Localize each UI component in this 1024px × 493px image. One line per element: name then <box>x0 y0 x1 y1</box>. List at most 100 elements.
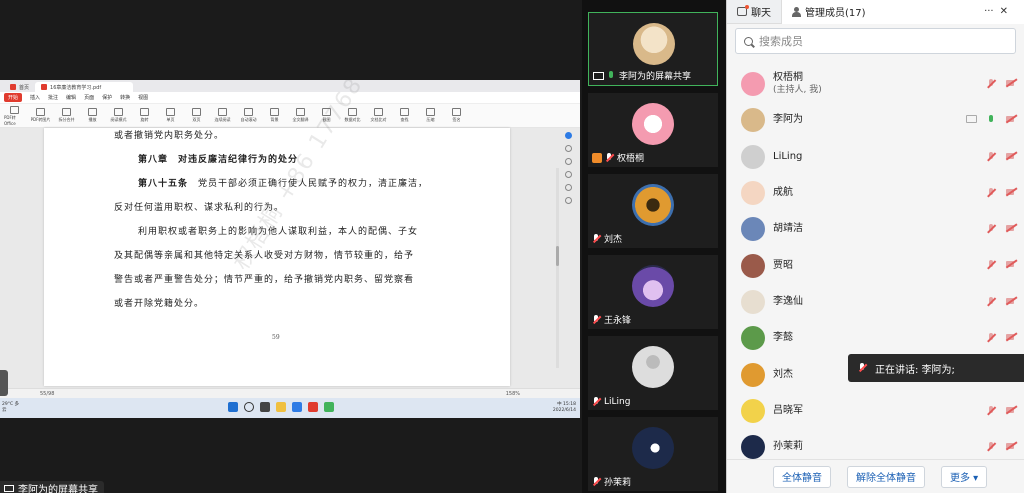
zoom-out-icon[interactable] <box>564 158 572 165</box>
clock-date[interactable]: 2022/6/14 <box>553 408 576 413</box>
mic-muted-icon[interactable] <box>987 187 996 198</box>
meeting-app-icon[interactable] <box>324 402 334 412</box>
windows-start-icon[interactable] <box>228 402 238 412</box>
wps-tool-button[interactable]: 自动滚动 <box>238 108 259 123</box>
mute-all-button[interactable]: 全体静音 <box>773 465 831 488</box>
wps-tab-home[interactable]: 首页 <box>4 82 35 92</box>
thumbnail-icon[interactable] <box>564 184 572 191</box>
wps-icon[interactable] <box>308 402 318 412</box>
member-row[interactable]: 权梧桐 (主持人, 我) <box>727 66 1024 102</box>
status-zoom[interactable]: 158% <box>506 391 520 397</box>
settings-icon[interactable] <box>564 197 572 204</box>
screen-share-icon[interactable] <box>966 115 977 124</box>
mic-muted-icon[interactable] <box>987 296 996 307</box>
member-avatar <box>741 72 765 97</box>
camera-off-icon[interactable] <box>1006 442 1017 450</box>
wps-tool-button[interactable]: 压缩 <box>420 108 441 123</box>
menu-view[interactable]: 视图 <box>138 94 148 101</box>
member-name: LiLing <box>773 150 803 162</box>
video-tile[interactable]: 权梧桐 <box>588 93 718 167</box>
camera-off-icon[interactable] <box>1006 115 1017 123</box>
clock-time[interactable]: 15:18 <box>563 402 576 407</box>
member-row[interactable]: 李逸仙 <box>727 284 1024 320</box>
wps-tab-pdf[interactable]: 16章廉洁教育学习.pdf <box>35 82 134 92</box>
wps-tool-button[interactable]: PDF转Office <box>4 105 25 126</box>
mic-muted-icon[interactable] <box>987 333 996 343</box>
wps-tool-button[interactable]: 签名 <box>446 108 467 123</box>
status-page[interactable]: 55/98 <box>40 391 54 397</box>
camera-off-icon[interactable] <box>1006 333 1017 341</box>
camera-off-icon[interactable] <box>1006 406 1017 414</box>
camera-off-icon[interactable] <box>1006 188 1017 196</box>
wps-tool-button[interactable]: 查找 <box>394 108 415 123</box>
menu-convert[interactable]: 转换 <box>120 94 130 101</box>
wps-tool-button[interactable]: 连续阅读 <box>212 108 233 123</box>
video-tiles-column: 李阿为的屏幕共享 权梧桐 刘杰 王永锋 LiLing 孙茉莉 <box>582 0 726 493</box>
member-search-input[interactable]: 搜索成员 <box>735 28 1016 54</box>
video-tile[interactable]: 李阿为的屏幕共享 <box>588 12 718 86</box>
camera-off-icon[interactable] <box>1006 79 1017 87</box>
member-row[interactable]: 胡靖洁 <box>727 211 1024 247</box>
member-name-block: 权梧桐 (主持人, 我) <box>773 72 822 96</box>
wps-tool-button[interactable]: 拆分合并 <box>56 108 77 123</box>
tool-icon <box>88 108 97 116</box>
member-row[interactable]: 成航 <box>727 175 1024 211</box>
ime-indicator[interactable]: 中 <box>557 402 562 407</box>
menu-page[interactable]: 页面 <box>84 94 94 101</box>
vertical-scrollbar[interactable] <box>556 168 559 368</box>
menu-protect[interactable]: 保护 <box>102 94 112 101</box>
tab-members[interactable]: 管理成员(17) ··· ✕ <box>781 0 1024 24</box>
camera-off-icon[interactable] <box>1006 152 1017 160</box>
mic-muted-icon[interactable] <box>987 441 996 452</box>
mic-muted-icon[interactable] <box>987 260 996 270</box>
wps-tool-button[interactable]: 背景 <box>264 108 285 123</box>
file-explorer-icon[interactable] <box>276 402 286 412</box>
wps-tool-button[interactable]: PDF转图片 <box>30 108 51 123</box>
more-button[interactable]: 更多 ▾ <box>941 465 988 488</box>
video-tile[interactable]: 王永锋 <box>588 255 718 329</box>
wps-tool-button[interactable]: 阅读模式 <box>108 108 129 123</box>
menu-annotate[interactable]: 批注 <box>48 94 58 101</box>
member-row[interactable]: 贾昭 <box>727 247 1024 283</box>
mic-muted-icon[interactable] <box>987 151 996 162</box>
tab-chat[interactable]: 聊天 <box>727 0 781 24</box>
wps-tool-button[interactable]: 全文翻译 <box>290 108 311 123</box>
wps-tool-button[interactable]: 双页 <box>186 108 207 123</box>
camera-off-icon[interactable] <box>1006 260 1017 268</box>
more-options-icon[interactable]: ··· <box>984 6 994 17</box>
assistant-icon[interactable] <box>564 132 572 139</box>
task-view-icon[interactable] <box>260 402 270 412</box>
wps-tool-button[interactable]: 播放 <box>82 108 103 123</box>
menu-edit[interactable]: 编辑 <box>66 94 76 101</box>
menu-insert[interactable]: 插入 <box>30 94 40 101</box>
weather-widget[interactable]: 29°C 多云 <box>2 402 20 414</box>
zoom-in-icon[interactable] <box>564 145 572 152</box>
video-tile[interactable]: 孙茉莉 <box>588 417 718 491</box>
mic-muted-icon[interactable] <box>987 224 996 234</box>
camera-off-icon[interactable] <box>1006 224 1017 232</box>
mic-on-icon[interactable] <box>987 115 996 125</box>
member-row[interactable]: LiLing <box>727 139 1024 175</box>
wps-tool-button[interactable]: 文档比对 <box>368 108 389 123</box>
mic-muted-icon[interactable] <box>987 405 996 416</box>
scroll-thumb[interactable] <box>556 246 559 266</box>
camera-off-icon[interactable] <box>1006 297 1017 305</box>
member-row[interactable]: 李懿 <box>727 320 1024 356</box>
search-icon[interactable] <box>244 402 254 412</box>
floating-handle[interactable] <box>0 370 8 396</box>
video-tile[interactable]: LiLing <box>588 336 718 410</box>
shared-screen-area: 首页 16章廉洁教育学习.pdf 开始 插入 批注 编辑 页面 保护 转换 视图… <box>0 0 582 493</box>
member-row[interactable]: 吕晓军 <box>727 393 1024 429</box>
edge-icon[interactable] <box>292 402 302 412</box>
menu-start[interactable]: 开始 <box>4 93 23 102</box>
mic-muted-icon[interactable] <box>987 79 996 89</box>
member-avatar <box>741 181 765 206</box>
video-tile[interactable]: 刘杰 <box>588 174 718 248</box>
member-row[interactable]: 李阿为 <box>727 102 1024 138</box>
close-icon[interactable]: ✕ <box>1000 6 1008 17</box>
bookmark-icon[interactable] <box>564 171 572 178</box>
unmute-all-button[interactable]: 解除全体静音 <box>847 465 925 488</box>
wps-tool-button[interactable]: 单页 <box>160 108 181 123</box>
tool-label: 单页 <box>166 117 175 122</box>
wps-tool-button[interactable]: 旋转 <box>134 108 155 123</box>
